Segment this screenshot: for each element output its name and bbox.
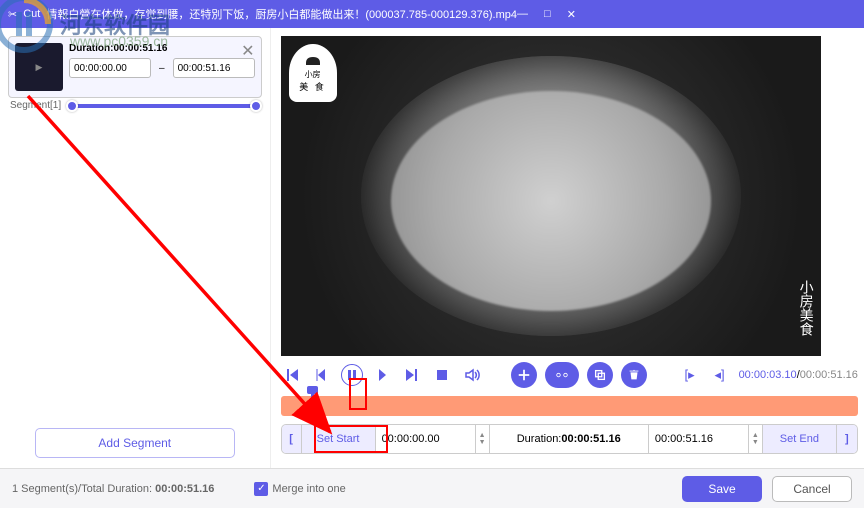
cut-duration: Duration:00:00:51.16 (490, 425, 649, 453)
mark-in-icon[interactable]: [▸ (679, 364, 701, 386)
cancel-button[interactable]: Cancel (772, 476, 852, 502)
stop-icon[interactable] (431, 364, 453, 386)
segment-thumbnail: ▶ (15, 43, 63, 91)
bracket-end-icon[interactable]: ] (837, 425, 857, 453)
cut-controls: [ Set Start 00:00:00.00 ▲▼ Duration:00:0… (281, 424, 858, 454)
window-title: 情報白營在体做，存觉到腰，还特別下饭，厨房小白都能做出来！(000037.785… (46, 6, 517, 22)
cut-start-time[interactable]: 00:00:00.00 (376, 425, 476, 453)
scissors-icon: ✂ (8, 8, 17, 21)
segment-close-icon[interactable]: ✕ (241, 41, 254, 61)
footer-summary: 1 Segment(s)/Total Duration: 00:00:51.16 (12, 483, 214, 495)
end-spinner[interactable]: ▲▼ (749, 425, 763, 453)
mark-out-icon[interactable]: ◂] (709, 364, 731, 386)
start-spinner[interactable]: ▲▼ (476, 425, 490, 453)
merge-checkbox[interactable]: ✓ Merge into one (254, 482, 345, 496)
split-icon[interactable] (545, 362, 579, 388)
video-preview[interactable]: 小房 美 食 小房美食 (281, 36, 821, 356)
range-separator: – (159, 63, 165, 74)
set-end-button[interactable]: Set End (763, 425, 837, 453)
copy-icon[interactable] (587, 362, 613, 388)
preview-panel: 小房 美 食 小房美食 [▸ ◂] 00:00:03.10/00:00:51.1… (271, 28, 864, 468)
step-back-icon[interactable] (311, 364, 333, 386)
cut-label: Cut (23, 8, 40, 20)
playback-controls: [▸ ◂] 00:00:03.10/00:00:51.16 (281, 356, 858, 392)
timeline[interactable] (281, 396, 858, 416)
add-segment-button[interactable]: Add Segment (35, 428, 235, 458)
maximize-icon[interactable]: □ (544, 8, 551, 21)
segment-range-slider[interactable] (70, 104, 258, 108)
skip-end-icon[interactable] (401, 364, 423, 386)
time-display: 00:00:03.10/00:00:51.16 (739, 369, 858, 381)
footer: 1 Segment(s)/Total Duration: 00:00:51.16… (0, 468, 864, 508)
cut-end-time[interactable]: 00:00:51.16 (649, 425, 749, 453)
skip-start-icon[interactable] (281, 364, 303, 386)
close-icon[interactable]: ✕ (567, 8, 576, 21)
video-logo: 小房 美 食 (289, 44, 337, 102)
delete-icon[interactable] (621, 362, 647, 388)
segment-end-input[interactable] (173, 58, 255, 78)
pause-icon[interactable] (341, 364, 363, 386)
add-icon[interactable] (511, 362, 537, 388)
segment-card[interactable]: ▶ Duration:00:00:51.16 – ✕ (8, 36, 262, 98)
checkbox-icon: ✓ (254, 482, 268, 496)
segments-panel: ▶ Duration:00:00:51.16 – ✕ Segment[1] Ad… (0, 28, 271, 468)
playhead[interactable] (311, 392, 314, 420)
minimize-icon[interactable]: — (517, 8, 528, 21)
volume-icon[interactable] (461, 364, 483, 386)
segment-duration: Duration:00:00:51.16 (69, 43, 255, 54)
segment-label: Segment[1] (10, 100, 61, 111)
bracket-start-icon[interactable]: [ (282, 425, 302, 453)
step-forward-icon[interactable] (371, 364, 393, 386)
save-button[interactable]: Save (682, 476, 762, 502)
titlebar: ✂ Cut 情報白營在体做，存觉到腰，还特別下饭，厨房小白都能做出来！(0000… (0, 0, 864, 28)
segment-start-input[interactable] (69, 58, 151, 78)
video-side-text: 小房美食 (797, 280, 817, 336)
set-start-button[interactable]: Set Start (302, 425, 376, 453)
